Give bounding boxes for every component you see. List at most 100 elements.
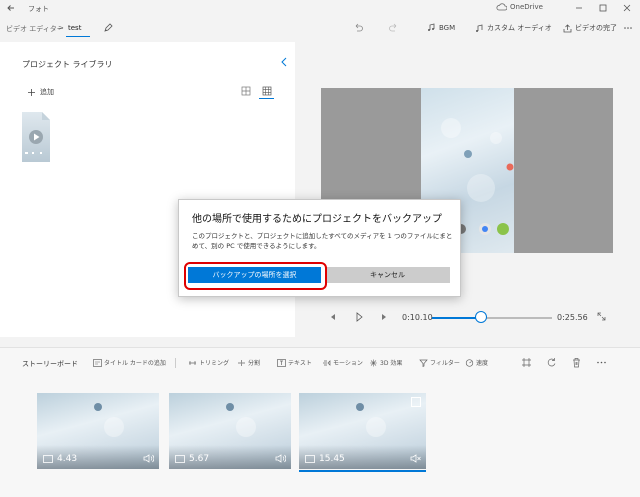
finish-video-label: ビデオの完了 xyxy=(575,24,617,32)
speed-icon xyxy=(465,358,474,367)
trim-label: トリミング xyxy=(199,360,230,367)
add-title-card-label: タイトル カードの追加 xyxy=(104,360,166,367)
mute-icon[interactable] xyxy=(410,454,421,463)
speed-label: 速度 xyxy=(476,360,489,367)
storyboard-clip-selected[interactable]: 15.45 xyxy=(299,393,426,469)
volume-icon[interactable] xyxy=(275,454,286,463)
dialog-body: このプロジェクトと、プロジェクトに追加したすべてのメディアを 1 つのファイルに… xyxy=(192,232,453,250)
previous-frame-icon[interactable] xyxy=(329,312,337,322)
storyboard-clip[interactable]: 4.43 xyxy=(37,393,159,469)
speed-button[interactable]: 速度 xyxy=(465,358,488,367)
export-icon xyxy=(563,23,572,32)
undo-icon[interactable] xyxy=(353,23,363,33)
clip-duration-text: 4.43 xyxy=(57,454,78,464)
project-library-title: プロジェクト ライブラリ xyxy=(22,60,113,69)
editor-toolbar: ビデオ エディター > test BGM カスタム オーディオ ビデオの完了 xyxy=(0,16,640,42)
app-title: フォト xyxy=(28,5,49,13)
cancel-button[interactable]: キャンセル xyxy=(325,267,450,283)
play-icon[interactable] xyxy=(355,312,363,322)
storyboard-clip[interactable]: 5.67 xyxy=(169,393,291,469)
clip-select-checkbox[interactable] xyxy=(411,397,421,407)
filter-icon xyxy=(419,359,428,367)
clip-duration-text: 15.45 xyxy=(319,454,345,464)
breadcrumb-underline xyxy=(66,36,90,37)
toolbar-divider xyxy=(175,358,176,368)
grid-view-small-icon[interactable] xyxy=(262,86,272,96)
filters-button[interactable]: フィルター xyxy=(419,358,460,367)
redo-icon[interactable] xyxy=(389,23,399,33)
clip-duration: 4.43 xyxy=(43,454,77,464)
more-options-icon[interactable] xyxy=(623,23,633,33)
clip-thumbnail-graphic xyxy=(356,403,386,437)
onedrive-label: OneDrive xyxy=(510,3,543,11)
cloud-icon xyxy=(496,3,507,11)
music-note-icon xyxy=(428,23,435,31)
highlight-annotation xyxy=(184,262,327,290)
split-icon xyxy=(238,359,245,366)
clip-duration: 5.67 xyxy=(175,454,209,464)
trim-button[interactable]: トリミング xyxy=(188,358,229,367)
playback-controls: 0:10.10 0:25.56 xyxy=(321,306,613,328)
split-button[interactable]: 分割 xyxy=(237,358,260,367)
add-title-card-button[interactable]: タイトル カードの追加 xyxy=(93,358,166,367)
total-time: 0:25.56 xyxy=(557,313,588,322)
media-thumbnail[interactable] xyxy=(22,112,50,162)
view-selected-indicator xyxy=(259,98,274,99)
clip-thumbnail-graphic xyxy=(94,403,124,437)
title-card-icon xyxy=(93,358,102,367)
custom-audio-label: カスタム オーディオ xyxy=(487,24,552,32)
grid-view-large-icon[interactable] xyxy=(241,86,251,96)
volume-icon[interactable] xyxy=(143,454,154,463)
storyboard-title: ストーリーボード xyxy=(22,360,78,368)
text-label: テキスト xyxy=(288,360,312,367)
seek-bar[interactable] xyxy=(432,317,552,319)
motion-button[interactable]: モーション xyxy=(322,358,363,367)
seek-handle[interactable] xyxy=(475,311,488,323)
breadcrumb-video-editor[interactable]: ビデオ エディター xyxy=(6,24,64,34)
clip-screen-icon xyxy=(43,455,53,463)
clip-screen-icon xyxy=(305,455,315,463)
selected-clip-indicator xyxy=(299,470,426,472)
finish-video-button[interactable]: ビデオの完了 xyxy=(563,23,617,33)
plus-icon xyxy=(28,88,35,96)
bgm-label: BGM xyxy=(439,23,456,32)
clip-duration-text: 5.67 xyxy=(189,454,210,464)
maximize-icon[interactable] xyxy=(597,2,609,14)
breadcrumb-project-name: test xyxy=(68,24,82,32)
filters-label: フィルター xyxy=(430,360,460,367)
sparkle-icon xyxy=(370,359,377,366)
custom-audio-button[interactable]: カスタム オーディオ xyxy=(475,23,552,33)
motion-label: モーション xyxy=(333,360,363,367)
3d-effects-label: 3D 効果 xyxy=(380,360,403,367)
onedrive-status[interactable]: OneDrive xyxy=(496,3,543,11)
fullscreen-icon[interactable] xyxy=(597,312,606,321)
back-arrow-icon[interactable] xyxy=(6,3,16,13)
clip-thumbnail-graphic xyxy=(226,403,256,437)
text-icon xyxy=(277,358,286,367)
text-button[interactable]: テキスト xyxy=(277,358,312,367)
bgm-button[interactable]: BGM xyxy=(427,23,455,32)
resize-icon[interactable] xyxy=(521,357,532,368)
add-media-label: 追加 xyxy=(40,88,54,96)
delete-icon[interactable] xyxy=(571,357,582,368)
audio-icon xyxy=(476,23,483,32)
next-frame-icon[interactable] xyxy=(380,312,388,322)
close-icon[interactable] xyxy=(621,2,633,14)
minimize-icon[interactable] xyxy=(573,2,585,14)
motion-icon xyxy=(323,359,331,366)
dialog-title: 他の場所で使用するためにプロジェクトをバックアップ xyxy=(192,214,442,225)
pencil-icon[interactable] xyxy=(103,23,113,33)
more-storyboard-icon[interactable] xyxy=(596,357,607,368)
collapse-panel-icon[interactable] xyxy=(280,57,288,67)
split-label: 分割 xyxy=(248,360,261,367)
rotate-icon[interactable] xyxy=(546,357,557,368)
clip-duration: 15.45 xyxy=(305,454,345,464)
breadcrumb-separator: > xyxy=(58,24,64,32)
clip-screen-icon xyxy=(175,455,185,463)
3d-effects-button[interactable]: 3D 効果 xyxy=(369,358,402,367)
title-bar: フォト OneDrive xyxy=(0,0,640,16)
trim-icon xyxy=(189,360,196,365)
current-time: 0:10.10 xyxy=(402,313,433,322)
add-media-button[interactable]: 追加 xyxy=(27,87,54,97)
storyboard-panel: ストーリーボード タイトル カードの追加 トリミング 分割 テキスト モーション… xyxy=(0,347,640,497)
